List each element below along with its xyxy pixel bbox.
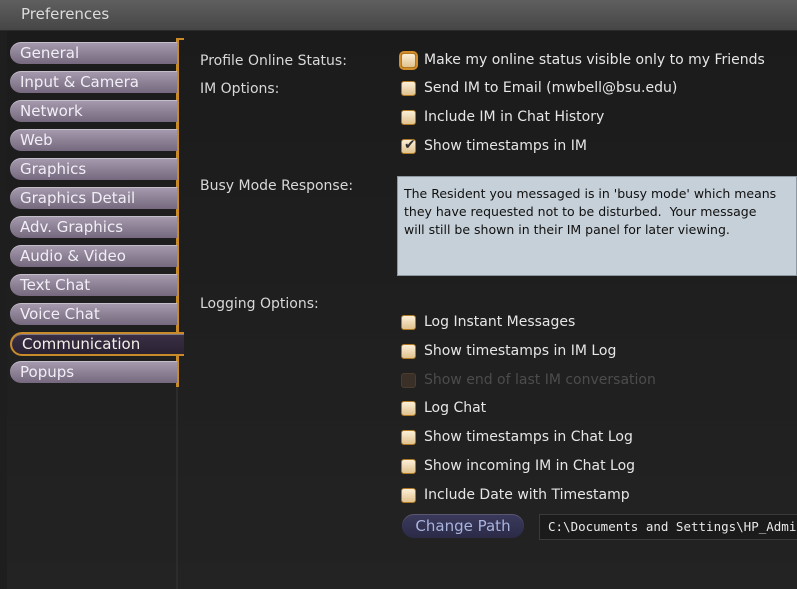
tab-graphics-detail[interactable]: Graphics Detail — [10, 187, 179, 209]
tab-graphics[interactable]: Graphics — [10, 158, 179, 180]
logging-options-label: Logging Options: — [200, 296, 319, 312]
checkbox-show-end-last-im — [401, 372, 416, 388]
checkbox-online-friends-only[interactable] — [401, 52, 416, 68]
checkbox-show-timestamps-chat-log[interactable] — [401, 429, 416, 445]
option-include-date-timestamp[interactable]: Include Date with Timestamp — [401, 485, 630, 505]
checkbox-send-im-email[interactable] — [401, 80, 416, 96]
option-online-friends-only[interactable]: Make my online status visible only to my… — [401, 50, 765, 70]
option-label: Log Chat — [424, 400, 487, 416]
checkbox-log-instant-messages[interactable] — [401, 314, 416, 330]
option-label: Send IM to Email (mwbell@bsu.edu) — [424, 80, 678, 96]
tab-adv-graphics[interactable]: Adv. Graphics — [10, 216, 179, 238]
tab-text-chat[interactable]: Text Chat — [10, 274, 179, 296]
tab-communication[interactable]: Communication — [10, 332, 184, 356]
tab-web[interactable]: Web — [10, 129, 179, 151]
log-path-field[interactable]: C:\Documents and Settings\HP_Admin — [539, 514, 797, 540]
option-label: Show timestamps in IM Log — [424, 343, 617, 359]
option-label: Include IM in Chat History — [424, 109, 605, 125]
tab-network[interactable]: Network — [10, 100, 179, 122]
tab-voice-chat[interactable]: Voice Chat — [10, 303, 179, 325]
option-label: Log Instant Messages — [424, 314, 576, 330]
option-label: Show end of last IM conversation — [424, 372, 656, 388]
option-include-im-chat-history[interactable]: Include IM in Chat History — [401, 107, 604, 127]
checkmark-icon: ✔ — [404, 136, 416, 153]
option-show-end-last-im: Show end of last IM conversation — [401, 370, 656, 390]
tab-audio-video[interactable]: Audio & Video — [10, 245, 179, 267]
busy-mode-response-textarea[interactable]: The Resident you messaged is in 'busy mo… — [397, 176, 797, 276]
checkbox-show-timestamps-im[interactable]: ✔ — [401, 136, 416, 154]
checkbox-log-chat[interactable] — [401, 400, 416, 416]
busy-mode-label: Busy Mode Response: — [200, 178, 354, 194]
title-bar: Preferences — [0, 0, 797, 31]
checkbox-include-im-chat-history[interactable] — [401, 109, 416, 125]
checkbox-show-timestamps-im-log[interactable] — [401, 343, 416, 359]
tab-input-camera[interactable]: Input & Camera — [10, 71, 179, 93]
window-title: Preferences — [21, 5, 110, 23]
checkbox-show-incoming-im-chat-log[interactable] — [401, 458, 416, 474]
option-show-timestamps-im[interactable]: ✔ Show timestamps in IM — [401, 136, 587, 156]
checkbox-include-date-timestamp[interactable] — [401, 487, 416, 503]
option-show-timestamps-im-log[interactable]: Show timestamps in IM Log — [401, 341, 616, 361]
im-options-label: IM Options: — [200, 81, 280, 97]
tab-frame-top — [176, 38, 184, 40]
tab-popups[interactable]: Popups — [10, 361, 179, 383]
option-label: Show timestamps in Chat Log — [424, 429, 633, 445]
option-label: Show incoming IM in Chat Log — [424, 458, 636, 474]
profile-status-label: Profile Online Status: — [200, 53, 347, 69]
tab-general[interactable]: General — [10, 42, 179, 64]
option-show-incoming-im-chat-log[interactable]: Show incoming IM in Chat Log — [401, 456, 635, 476]
change-path-button[interactable]: Change Path — [402, 514, 524, 538]
option-label: Include Date with Timestamp — [424, 487, 630, 503]
option-log-chat[interactable]: Log Chat — [401, 398, 486, 418]
option-log-instant-messages[interactable]: Log Instant Messages — [401, 312, 575, 332]
option-label: Show timestamps in IM — [424, 138, 587, 154]
option-send-im-email[interactable]: Send IM to Email (mwbell@bsu.edu) — [401, 78, 677, 98]
option-show-timestamps-chat-log[interactable]: Show timestamps in Chat Log — [401, 427, 633, 447]
option-label: Make my online status visible only to my… — [424, 52, 765, 68]
